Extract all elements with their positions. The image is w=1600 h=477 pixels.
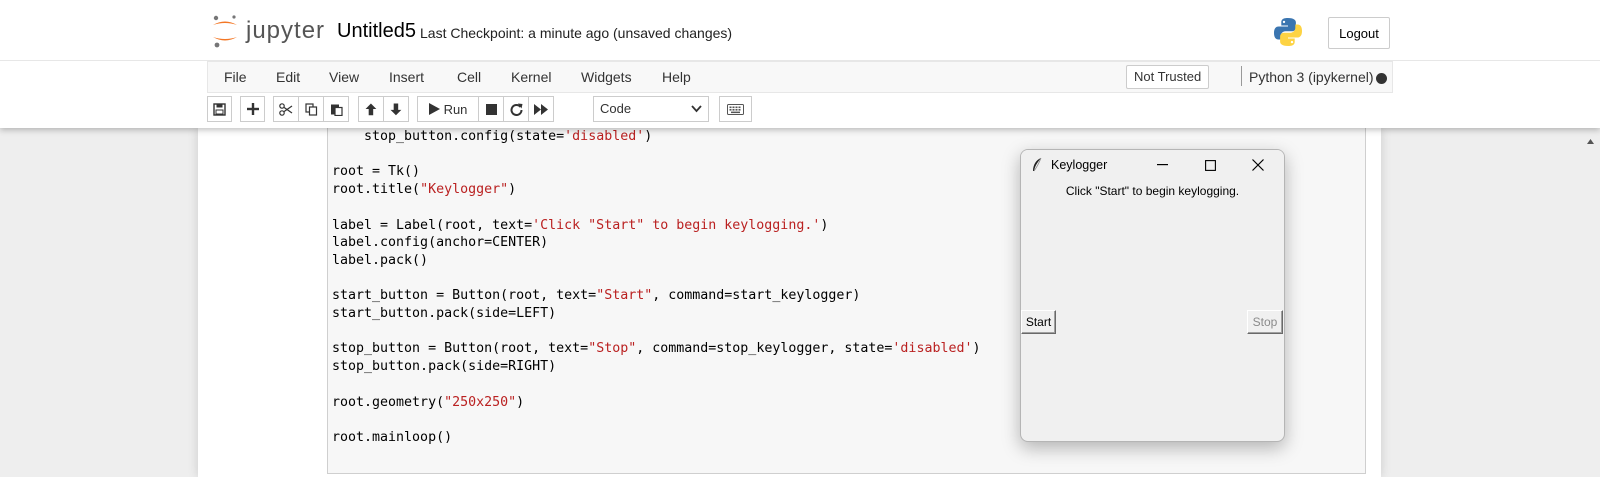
code-line: stop_button.pack(side=RIGHT) — [332, 359, 557, 375]
jupyter-wordmark: jupyter — [246, 17, 326, 44]
tk-titlebar[interactable]: Keylogger — [1021, 150, 1284, 180]
plus-icon — [246, 103, 259, 115]
close-button[interactable] — [1235, 150, 1281, 180]
code-string: 'Click "Start" to begin keylogging.' — [532, 217, 821, 233]
keyboard-icon — [727, 103, 744, 115]
move-up-button[interactable] — [358, 96, 384, 122]
menu-kernel[interactable]: Kernel — [511, 69, 551, 85]
jupyter-logo[interactable]: jupyter — [210, 14, 325, 48]
tk-feather-icon — [1033, 157, 1042, 172]
chevron-down-icon — [691, 105, 702, 113]
save-icon — [213, 102, 226, 116]
arrow-down-icon — [390, 103, 402, 115]
minimize-button[interactable] — [1139, 150, 1185, 180]
code-string: "Keylogger" — [420, 182, 509, 198]
minimize-icon — [1156, 164, 1168, 166]
cut-button[interactable] — [273, 96, 299, 122]
menu-view[interactable]: View — [329, 69, 359, 85]
stop-icon — [485, 103, 497, 115]
tk-window-title: Keylogger — [1051, 158, 1108, 172]
copy-icon — [304, 102, 317, 116]
menu-insert[interactable]: Insert — [389, 69, 424, 85]
python-logo-icon — [1272, 16, 1304, 53]
notebook-name[interactable]: Untitled5 — [337, 20, 416, 43]
scissors-icon — [279, 102, 293, 116]
trust-status-button[interactable]: Not Trusted — [1126, 65, 1210, 89]
checkpoint-status: Last Checkpoint: a minute ago — [420, 25, 610, 41]
notebook-header: jupyter Untitled5 Last Checkpoint: a min… — [0, 0, 1600, 128]
code-line: start_button.pack(side=LEFT) — [332, 306, 557, 322]
code-line: label.config(anchor=CENTER) — [332, 235, 549, 251]
code-string: 'disabled' — [564, 129, 645, 144]
code-line: root.mainloop() — [332, 429, 453, 445]
code-editor[interactable]: stop_button.config(state='disabled') roo… — [332, 128, 981, 447]
move-down-button[interactable] — [383, 96, 409, 122]
menu-edit[interactable]: Edit — [276, 69, 300, 85]
autosave-status: (unsaved changes) — [613, 25, 733, 41]
code-line: start_button = Button(root, text="Start"… — [332, 288, 861, 304]
run-label: Run — [443, 101, 468, 117]
kernel-divider — [1241, 66, 1242, 86]
code-line: root = Tk() — [332, 164, 421, 180]
restart-icon — [510, 103, 522, 116]
code-line: label.pack() — [332, 252, 429, 268]
code-line: root.title("Keylogger") — [332, 182, 517, 198]
tk-window: Keylogger Click "Start" to begin keylogg… — [1020, 149, 1285, 442]
insert-cell-button[interactable] — [240, 96, 265, 122]
code-line: label = Label(root, text='Click "Start" … — [332, 217, 829, 233]
menu-cell[interactable]: Cell — [457, 69, 481, 85]
code-string: "250x250" — [444, 394, 517, 410]
kernel-busy-indicator-icon — [1376, 73, 1387, 84]
menubar: File Edit View Insert Cell Kernel Widget… — [207, 61, 1393, 93]
run-icon — [428, 103, 440, 115]
menu-widgets[interactable]: Widgets — [581, 69, 632, 85]
kernel-name[interactable]: Python 3 (ipykernel) — [1249, 69, 1374, 85]
restart-button[interactable] — [503, 96, 529, 122]
maximize-icon — [1204, 159, 1216, 171]
stop-button[interactable]: Stop — [1247, 310, 1283, 334]
interrupt-button[interactable] — [478, 96, 504, 122]
code-string: "Stop" — [588, 341, 637, 357]
logout-button[interactable]: Logout — [1328, 17, 1390, 49]
code-line: root.geometry("250x250") — [332, 394, 525, 410]
menu-help[interactable]: Help — [662, 69, 691, 85]
paste-icon — [330, 104, 343, 116]
copy-button[interactable] — [298, 96, 324, 122]
maximize-button[interactable] — [1187, 150, 1233, 180]
code-line: stop_button.config(state='disabled') — [332, 129, 653, 144]
command-palette-button[interactable] — [719, 96, 752, 122]
fast-forward-icon — [534, 103, 548, 115]
save-button[interactable] — [207, 96, 232, 122]
code-string: 'disabled' — [892, 341, 973, 357]
code-line: stop_button = Button(root, text="Stop", … — [332, 341, 981, 357]
paste-button[interactable] — [323, 96, 349, 122]
cell-type-select[interactable]: Code — [593, 96, 709, 122]
tk-instruction-label: Click "Start" to begin keylogging. — [1065, 184, 1240, 198]
close-icon — [1252, 159, 1264, 171]
scroll-up-arrow-icon[interactable] — [1587, 131, 1594, 149]
toolbar: Run Code — [207, 96, 1393, 124]
restart-run-all-button[interactable] — [528, 96, 554, 122]
menu-file[interactable]: File — [224, 69, 247, 85]
header-row: jupyter Untitled5 Last Checkpoint: a min… — [0, 0, 1600, 61]
cell-type-value: Code — [600, 101, 632, 116]
jupyter-icon — [213, 15, 237, 48]
run-button[interactable]: Run — [417, 96, 479, 122]
code-string: "Start" — [596, 288, 653, 304]
arrow-up-icon — [365, 103, 377, 115]
start-button[interactable]: Start — [1021, 310, 1056, 334]
